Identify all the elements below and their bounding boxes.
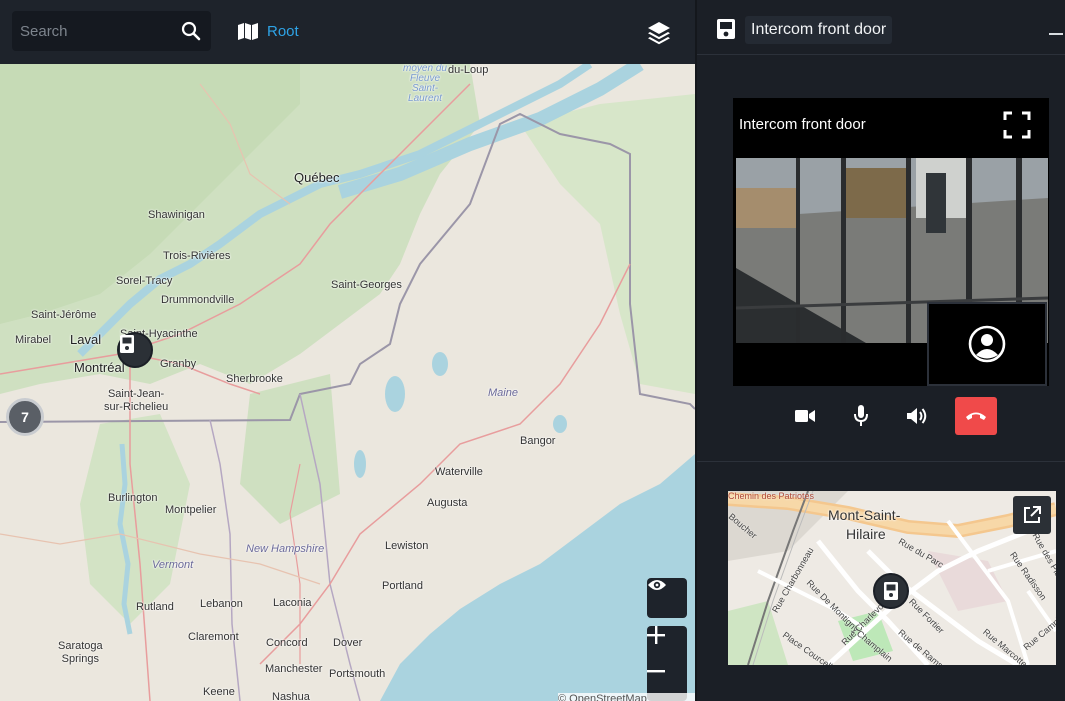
layers-icon[interactable] bbox=[646, 19, 672, 45]
minimap-label-city2: Hilaire bbox=[846, 526, 886, 542]
map-icon bbox=[238, 23, 258, 40]
intercom-icon bbox=[884, 582, 898, 600]
map-label-keene: Keene bbox=[203, 686, 235, 698]
map-label-burlington: Burlington bbox=[108, 492, 158, 504]
map-toolbar: Root bbox=[0, 0, 695, 64]
map-label-bangor: Bangor bbox=[520, 435, 556, 447]
panel-separator bbox=[697, 461, 1065, 462]
map-label-manchester: Manchester bbox=[265, 663, 323, 675]
intercom-icon bbox=[717, 19, 735, 39]
map-label-rutland: Rutland bbox=[136, 601, 174, 613]
map-label-lebanon: Lebanon bbox=[200, 598, 243, 610]
map-label-vermont: Vermont bbox=[152, 559, 194, 571]
microphone-toggle-button[interactable] bbox=[843, 398, 879, 434]
main-map[interactable]: moyen du Fleuve Saint-Laurent du-Loup Qu… bbox=[0, 64, 695, 701]
zoom-in-button[interactable] bbox=[647, 626, 687, 664]
map-label-trois-rivieres: Trois-Rivières bbox=[163, 250, 231, 262]
map-label-granby: Granby bbox=[160, 358, 197, 370]
map-label-saint-jerome: Saint-Jérôme bbox=[31, 309, 97, 321]
map-label-new-hampshire: New Hampshire bbox=[246, 543, 325, 555]
map-label-saratoga: Saratoga Springs bbox=[58, 640, 103, 665]
minimize-button[interactable] bbox=[1049, 33, 1063, 35]
hang-up-button[interactable] bbox=[955, 397, 997, 435]
map-label-drummondville: Drummondville bbox=[161, 294, 235, 306]
panel-title: Intercom front door bbox=[745, 16, 893, 44]
map-label-portland: Portland bbox=[382, 580, 423, 592]
root-breadcrumb[interactable]: Root bbox=[237, 19, 299, 43]
speaker-toggle-button[interactable] bbox=[899, 398, 935, 434]
search-box bbox=[12, 11, 211, 51]
microphone-icon bbox=[854, 405, 868, 426]
map-label-laconia: Laconia bbox=[273, 597, 312, 609]
map-label-sorel: Sorel-Tracy bbox=[116, 275, 173, 287]
intercom-map-marker[interactable] bbox=[117, 332, 153, 368]
minus-icon bbox=[647, 670, 665, 673]
map-label-laval: Laval bbox=[70, 332, 102, 347]
map-label-dover: Dover bbox=[333, 637, 363, 649]
map-label-maine: Maine bbox=[488, 387, 518, 399]
map-label-nashua: Nashua bbox=[272, 691, 310, 701]
map-label-claremont: Claremont bbox=[188, 631, 239, 643]
map-label-augusta: Augusta bbox=[427, 497, 468, 509]
video-title: Intercom front door bbox=[739, 116, 866, 133]
user-avatar-icon bbox=[968, 325, 1006, 363]
map-label-montpelier: Montpelier bbox=[165, 504, 217, 516]
external-link-icon bbox=[1024, 506, 1041, 523]
map-label-lewiston: Lewiston bbox=[385, 540, 429, 552]
fullscreen-icon[interactable] bbox=[1003, 111, 1031, 139]
location-minimap[interactable]: Chemin des Patriotes Mont-Saint- Hilaire… bbox=[728, 491, 1056, 665]
map-label-concord: Concord bbox=[266, 637, 308, 649]
map-label-moyen: moyen du Fleuve Saint-Laurent bbox=[403, 64, 447, 104]
visibility-button[interactable] bbox=[647, 578, 687, 618]
camera-toggle-button[interactable] bbox=[787, 398, 823, 434]
map-label-quebec: Québec bbox=[294, 170, 340, 185]
eye-icon bbox=[648, 580, 666, 590]
call-controls bbox=[787, 398, 955, 434]
volume-icon bbox=[907, 408, 927, 424]
search-input[interactable] bbox=[12, 11, 172, 51]
intercom-icon bbox=[120, 335, 134, 353]
panel-divider[interactable] bbox=[695, 0, 697, 701]
minimap-label-patriotes: Chemin des Patriotes bbox=[728, 491, 815, 501]
map-label-montreal: Montréal bbox=[74, 360, 125, 375]
map-label-saint-georges: Saint-Georges bbox=[331, 279, 402, 291]
search-icon[interactable] bbox=[181, 21, 201, 41]
self-view bbox=[927, 302, 1047, 386]
map-label-mirabel: Mirabel bbox=[15, 334, 52, 346]
phone-hangup-icon bbox=[966, 412, 986, 420]
map-label-sherbrooke: Sherbrooke bbox=[226, 373, 283, 385]
minimap-label-city1: Mont-Saint- bbox=[828, 507, 901, 523]
map-label-waterville: Waterville bbox=[435, 466, 483, 478]
map-label-du-loup: du-Loup bbox=[448, 64, 489, 76]
root-label: Root bbox=[267, 22, 299, 40]
map-label-portsmouth: Portsmouth bbox=[329, 668, 386, 680]
map-cluster-marker[interactable]: 7 bbox=[6, 398, 44, 436]
open-map-button[interactable] bbox=[1013, 496, 1051, 534]
map-label-shawinigan: Shawinigan bbox=[148, 209, 205, 221]
map-label-saint-jean: Saint-Jean- sur-Richelieu bbox=[104, 388, 169, 413]
intercom-minimap-marker[interactable] bbox=[873, 573, 909, 609]
plus-icon bbox=[647, 626, 665, 644]
map-tiles bbox=[0, 64, 695, 701]
zoom-controls bbox=[647, 626, 687, 701]
video-camera-icon bbox=[795, 410, 815, 422]
map-attribution[interactable]: © OpenStreetMap bbox=[558, 693, 695, 701]
